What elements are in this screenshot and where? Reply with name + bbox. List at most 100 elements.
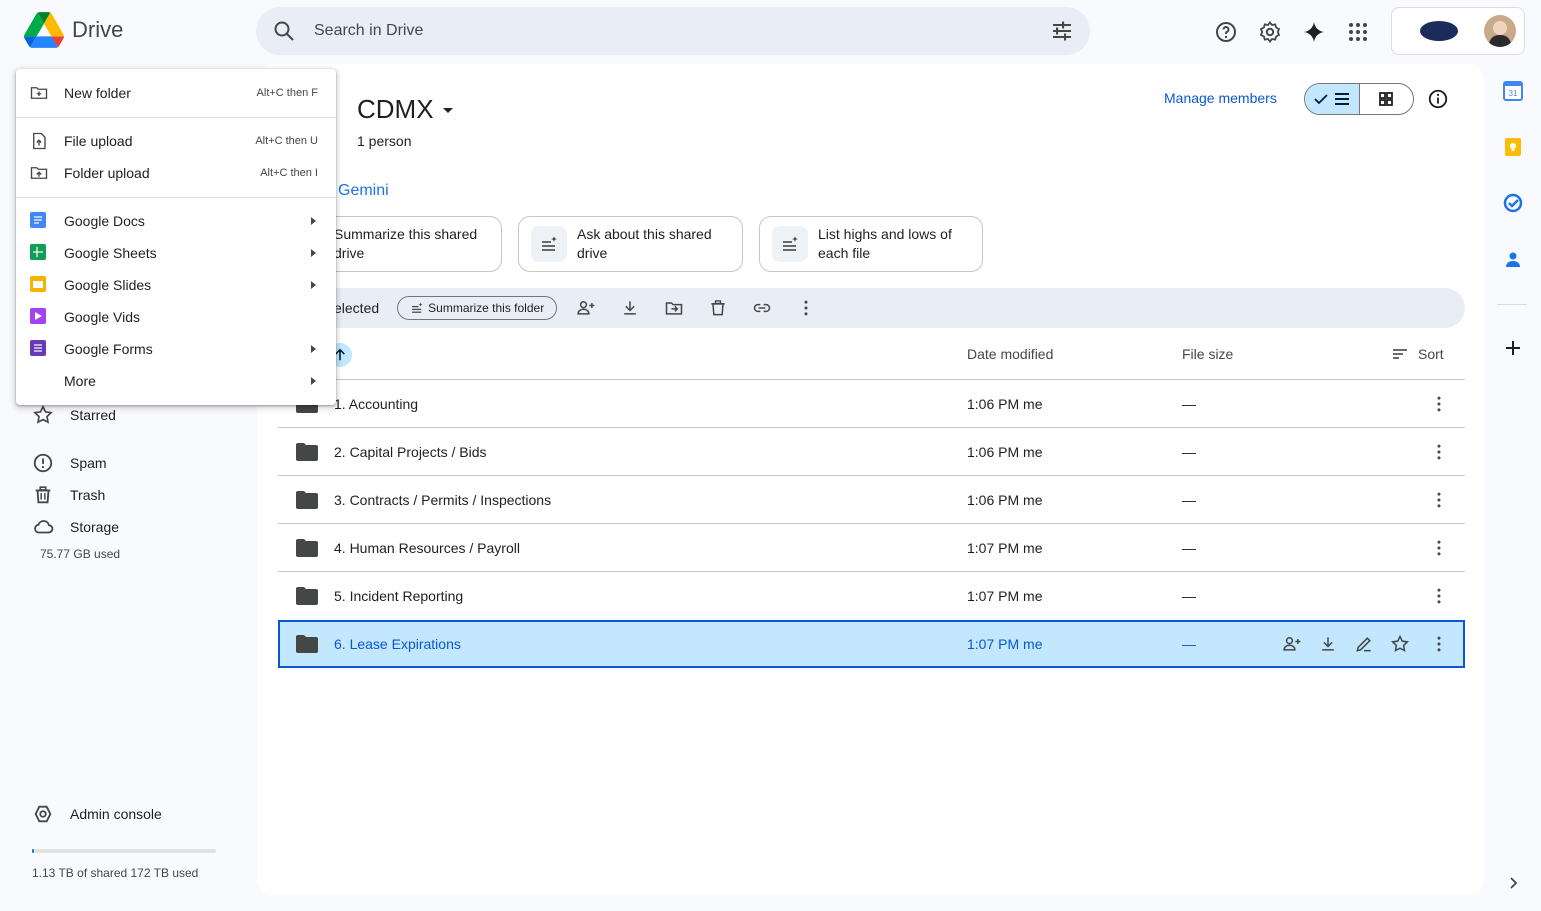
shortcut-text: Alt+C then F <box>256 87 318 99</box>
spam-icon <box>33 453 53 473</box>
sidebar-item-label: Starred <box>70 407 116 423</box>
sort-icon <box>1393 349 1407 359</box>
menu-item-google-forms[interactable]: Google Forms <box>16 333 336 365</box>
search-options-icon[interactable] <box>1050 19 1074 43</box>
more-vert-icon[interactable] <box>1429 490 1449 510</box>
gemini-label: Gemini <box>338 182 389 199</box>
gemini-chip-highs-lows[interactable]: List highs and lows of each file <box>759 216 983 272</box>
file-name: 3. Contracts / Permits / Inspections <box>334 491 552 508</box>
menu-item-google-slides[interactable]: Google Slides <box>16 269 336 301</box>
gemini-spark-icon[interactable] <box>1298 16 1330 48</box>
more-vert-icon[interactable] <box>1429 586 1449 606</box>
star-icon <box>33 404 53 424</box>
column-date-modified[interactable]: Date modified <box>967 346 1053 362</box>
shared-drive-title[interactable]: CDMX <box>357 94 456 125</box>
sidebar-item-spam[interactable]: Spam <box>32 447 107 479</box>
table-row[interactable]: 3. Contracts / Permits / Inspections 1:0… <box>278 475 1465 523</box>
menu-divider <box>16 197 336 198</box>
tasks-icon[interactable] <box>1503 193 1523 213</box>
gemini-chip-ask[interactable]: Ask about this shared drive <box>518 216 743 272</box>
table-row-selected[interactable]: 6. Lease Expirations 1:07 PM me — <box>278 620 1465 668</box>
trash-icon <box>35 486 51 504</box>
shortcut-text: Alt+C then U <box>255 135 318 147</box>
page-title: CDMX <box>357 94 434 124</box>
list-view-button[interactable] <box>1305 84 1360 114</box>
table-row[interactable]: 1. Accounting 1:06 PM me — <box>278 379 1465 427</box>
menu-item-google-vids[interactable]: Google Vids <box>16 301 336 333</box>
help-icon[interactable] <box>1210 16 1242 48</box>
menu-item-google-sheets[interactable]: Google Sheets <box>16 237 336 269</box>
organization-logo <box>1420 21 1458 41</box>
sort-button[interactable]: Sort <box>1392 346 1444 362</box>
gemini-list-icon <box>772 226 808 262</box>
summarize-folder-button[interactable]: Summarize this folder <box>397 296 558 320</box>
menu-item-google-docs[interactable]: Google Docs <box>16 205 336 237</box>
table-row[interactable]: 4. Human Resources / Payroll 1:07 PM me … <box>278 523 1465 571</box>
shared-storage-bar-fill <box>32 849 34 853</box>
move-icon[interactable] <box>659 298 689 318</box>
avatar[interactable] <box>1484 15 1516 47</box>
manage-members-button[interactable]: Manage members <box>1164 90 1277 106</box>
apps-grid-icon[interactable] <box>1342 16 1374 48</box>
top-actions <box>1210 16 1374 48</box>
search-icon[interactable] <box>272 19 296 43</box>
google-slides-icon <box>30 276 46 292</box>
account-switcher[interactable] <box>1391 7 1525 55</box>
view-toggle[interactable] <box>1304 83 1414 115</box>
add-icon[interactable] <box>1503 338 1523 358</box>
menu-divider <box>16 117 336 118</box>
new-item-menu: New folder Alt+C then F File upload Alt+… <box>16 69 336 405</box>
folder-icon <box>296 635 318 653</box>
more-vert-icon[interactable] <box>791 298 821 318</box>
file-size: — <box>1182 539 1196 556</box>
sidebar-item-label: Admin console <box>70 806 162 822</box>
date-modified: 1:06 PM me <box>967 395 1043 412</box>
gemini-chip-summarize[interactable]: Summarize this shared drive <box>318 216 502 272</box>
info-icon[interactable] <box>1427 88 1449 110</box>
table-row[interactable]: 5. Incident Reporting 1:07 PM me — <box>278 571 1465 619</box>
star-icon[interactable] <box>1390 634 1410 654</box>
download-icon[interactable] <box>615 298 645 318</box>
more-vert-icon[interactable] <box>1429 394 1449 414</box>
settings-gear-icon[interactable] <box>1254 16 1286 48</box>
file-name: 6. Lease Expirations <box>334 636 461 652</box>
sidebar-item-storage[interactable]: Storage <box>32 511 119 543</box>
storage-used: 75.77 GB used <box>40 547 121 561</box>
share-icon[interactable] <box>571 298 601 318</box>
trash-icon[interactable] <box>703 298 733 318</box>
date-modified: 1:07 PM me <box>967 636 1043 652</box>
contacts-icon[interactable] <box>1503 249 1523 269</box>
app-name: Drive <box>72 17 124 42</box>
sidebar-item-admin-console[interactable]: Admin console <box>32 798 162 830</box>
grid-view-button[interactable] <box>1360 84 1414 114</box>
date-modified: 1:07 PM me <box>967 587 1043 604</box>
search-bar[interactable]: Search in Drive <box>256 7 1090 55</box>
share-icon[interactable] <box>1282 634 1302 654</box>
gemini-list-icon <box>412 302 423 313</box>
selection-action-bar: elected Summarize this folder <box>316 288 1465 328</box>
column-file-size[interactable]: File size <box>1182 346 1233 362</box>
more-vert-icon[interactable] <box>1429 634 1449 654</box>
sidebar-item-label: Spam <box>70 455 107 471</box>
sidebar-item-trash[interactable]: Trash <box>32 479 105 511</box>
menu-item-folder-upload[interactable]: Folder upload Alt+C then I <box>16 157 336 189</box>
more-vert-icon[interactable] <box>1429 538 1449 558</box>
chevron-right-icon[interactable] <box>1503 873 1523 893</box>
row-quick-actions <box>1282 634 1410 654</box>
more-vert-icon[interactable] <box>1429 442 1449 462</box>
link-icon[interactable] <box>747 298 777 318</box>
drive-logo[interactable]: Drive <box>24 12 123 48</box>
rail-divider <box>1497 304 1527 305</box>
calendar-icon[interactable]: 31 <box>1503 81 1523 101</box>
file-size: — <box>1182 443 1196 460</box>
menu-item-new-folder[interactable]: New folder Alt+C then F <box>16 77 336 109</box>
submenu-arrow-icon <box>311 249 316 257</box>
download-icon[interactable] <box>1318 634 1338 654</box>
keep-icon[interactable] <box>1503 137 1523 157</box>
rename-pencil-icon[interactable] <box>1354 634 1374 654</box>
table-row[interactable]: 2. Capital Projects / Bids 1:06 PM me — <box>278 427 1465 475</box>
menu-item-more[interactable]: More <box>16 365 336 397</box>
search-input[interactable]: Search in Drive <box>314 22 1050 40</box>
svg-text:31: 31 <box>1509 89 1518 98</box>
menu-item-file-upload[interactable]: File upload Alt+C then U <box>16 125 336 157</box>
